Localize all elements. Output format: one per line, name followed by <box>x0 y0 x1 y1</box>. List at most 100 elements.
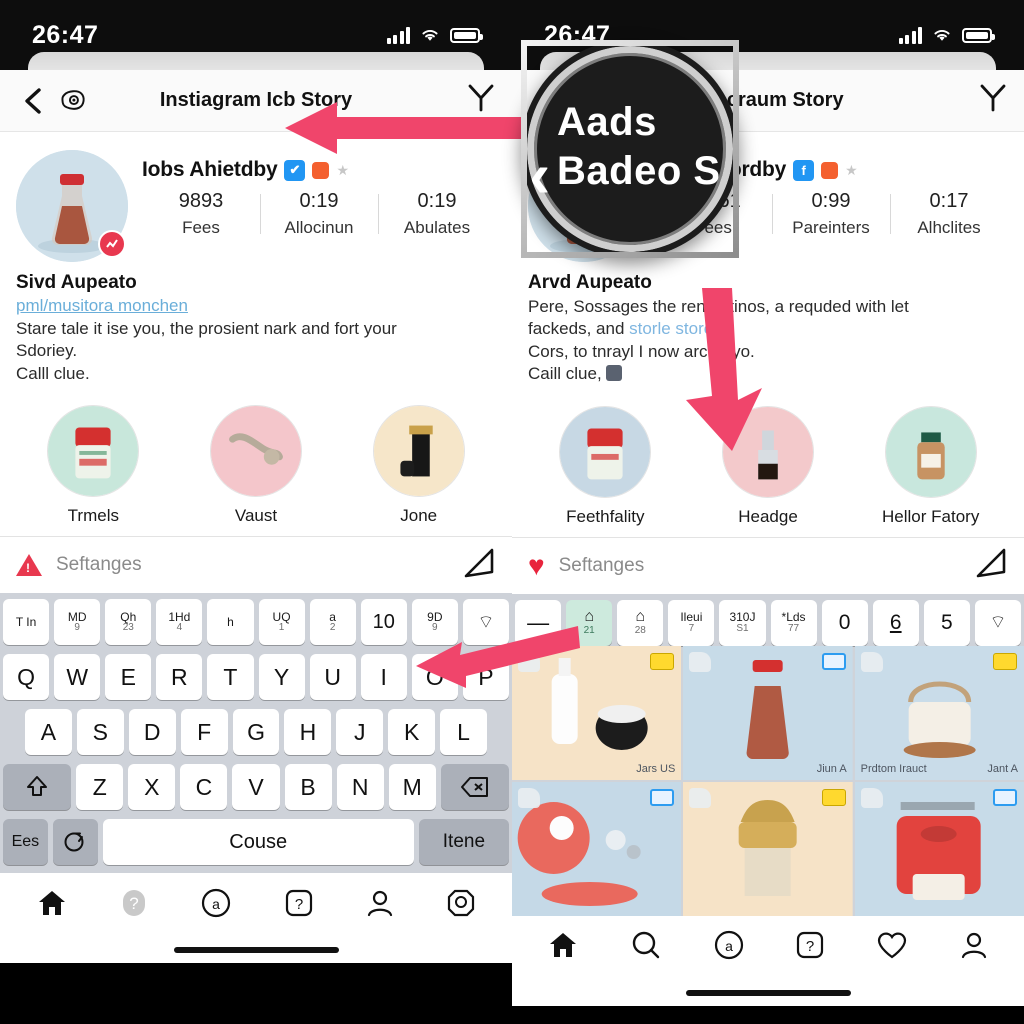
heart-outline-icon[interactable] <box>876 930 908 965</box>
select-checkbox-icon[interactable] <box>650 788 675 806</box>
highlight-item[interactable]: Hellor Fatory <box>853 405 1008 527</box>
key-s[interactable]: S <box>76 709 124 756</box>
tagged-frame-icon[interactable] <box>446 888 476 923</box>
photo-grid[interactable]: Jars US Jiun A Prdtom Irauct Jant A <box>512 645 1024 916</box>
suggestion-key-glyph[interactable]: ⌔ <box>974 599 1021 646</box>
suggestion-key[interactable]: Ileui 7 <box>668 599 715 646</box>
suggestion-key[interactable]: T In <box>3 599 50 646</box>
suggestion-key[interactable]: *Lds 77 <box>770 599 817 646</box>
grid-cell[interactable] <box>683 781 853 916</box>
bio-link[interactable]: pml/musitora monchen <box>16 296 496 316</box>
heart-filled-icon[interactable]: ♥ <box>528 551 545 580</box>
question-square-icon[interactable]: ? <box>795 930 825 965</box>
keyboard-left[interactable]: T In MD 9 Qh 23 1Hd 4 h UQ 1 a 2 10 9D 9… <box>0 593 512 874</box>
keyboard-suggestion-row[interactable]: T In MD 9 Qh 23 1Hd 4 h UQ 1 a 2 10 9D 9… <box>3 599 509 646</box>
keyboard-row-4[interactable]: Ees Couse Itene <box>3 819 510 866</box>
key-x[interactable]: X <box>128 764 176 811</box>
stat-item[interactable]: 0:19 Allocinun <box>260 190 378 238</box>
suggestion-key[interactable]: — <box>515 599 562 646</box>
filter-y-icon[interactable] <box>466 82 496 119</box>
suggestion-key[interactable]: 1Hd 4 <box>156 599 203 646</box>
stat-item[interactable]: 0:99 Pareinters <box>772 190 890 238</box>
person-icon[interactable] <box>959 930 989 965</box>
suggestion-key-glyph[interactable]: ⌔ <box>462 599 509 646</box>
key-q[interactable]: Q <box>3 654 50 701</box>
space-key[interactable]: Couse <box>102 819 414 866</box>
key-p[interactable]: P <box>462 654 509 701</box>
key-b[interactable]: B <box>284 764 332 811</box>
grid-cell[interactable] <box>512 781 682 916</box>
keyboard-suggestion-row[interactable]: — ⌂ 21 ⌂ 28 Ileui 7 310J S1 *Lds 77 0 6 … <box>515 599 1021 646</box>
stat-item[interactable]: 0:17 Alhclites <box>890 190 1008 238</box>
key-e[interactable]: E <box>105 654 152 701</box>
key-m[interactable]: M <box>388 764 436 811</box>
highlight-item[interactable]: Vaust <box>179 405 334 526</box>
key-f[interactable]: F <box>180 709 228 756</box>
grid-cell[interactable]: Jars US <box>512 645 682 780</box>
key-z[interactable]: Z <box>76 764 124 811</box>
key-a[interactable]: A <box>25 709 72 756</box>
key-y[interactable]: Y <box>258 654 305 701</box>
home-icon[interactable] <box>36 888 68 923</box>
suggestion-key[interactable]: 5 <box>923 599 970 646</box>
key-t[interactable]: T <box>207 654 254 701</box>
highlight-item[interactable]: Trmels <box>16 405 171 526</box>
select-checkbox-icon[interactable] <box>821 652 846 670</box>
reels-circle-icon[interactable]: a <box>200 887 232 924</box>
globe-refresh-icon[interactable] <box>52 819 98 866</box>
numeric-toggle-key[interactable]: Ees <box>3 819 48 866</box>
reels-circle-icon[interactable]: a <box>713 929 745 966</box>
grid-cell[interactable] <box>854 781 1024 916</box>
stat-item[interactable]: 9893 Fees <box>142 190 260 238</box>
bio-inline-link[interactable]: storle store <box>629 319 713 338</box>
camera-logo-icon[interactable] <box>56 84 90 118</box>
keyboard-row-1[interactable]: Q W E R T Y U I O P <box>3 654 509 701</box>
key-j[interactable]: J <box>336 709 384 756</box>
stat-item[interactable]: 0:19 Abulates <box>378 190 496 238</box>
share-arrow-icon[interactable] <box>462 546 496 585</box>
key-n[interactable]: N <box>336 764 384 811</box>
back-chevron-icon[interactable] <box>16 84 50 118</box>
highlight-item[interactable]: Feethfality <box>528 405 683 527</box>
share-arrow-icon[interactable] <box>974 546 1008 585</box>
suggestion-key[interactable]: MD 9 <box>54 599 101 646</box>
keyboard-row-3[interactable]: Z X C V B N M <box>2 764 510 811</box>
tab-bar-right[interactable]: a ? <box>512 915 1024 980</box>
key-g[interactable]: G <box>232 709 280 756</box>
highlight-item[interactable]: Jone <box>341 405 496 526</box>
highlight-item[interactable]: Headge <box>691 405 846 527</box>
suggestion-key[interactable]: 0 <box>821 599 868 646</box>
suggestion-key[interactable]: UQ 1 <box>258 599 305 646</box>
suggestion-key[interactable]: 9D 9 <box>411 599 458 646</box>
keyboard-row-2[interactable]: A S D F G H J K L <box>3 709 509 756</box>
shift-arrow-icon[interactable] <box>2 764 72 811</box>
avatar[interactable] <box>16 150 128 262</box>
backspace-icon[interactable] <box>440 764 510 811</box>
key-k[interactable]: K <box>388 709 436 756</box>
tab-bar-left[interactable]: ? a ? <box>0 873 512 938</box>
grid-cell[interactable]: Jiun A <box>683 645 853 780</box>
question-square-icon[interactable]: ? <box>284 888 314 923</box>
suggestion-key-selected[interactable]: ⌂ 21 <box>566 599 613 646</box>
key-d[interactable]: D <box>128 709 176 756</box>
suggestion-key[interactable]: 10 <box>360 599 407 646</box>
key-i[interactable]: I <box>360 654 407 701</box>
key-l[interactable]: L <box>440 709 488 756</box>
suggestion-bar-right[interactable]: — ⌂ 21 ⌂ 28 Ileui 7 310J S1 *Lds 77 0 6 … <box>512 593 1024 646</box>
select-checkbox-icon[interactable] <box>992 788 1017 806</box>
key-w[interactable]: W <box>54 654 101 701</box>
key-r[interactable]: R <box>156 654 203 701</box>
search-icon[interactable] <box>630 929 662 966</box>
key-o[interactable]: O <box>411 654 458 701</box>
suggestion-key[interactable]: Qh 23 <box>105 599 152 646</box>
key-u[interactable]: U <box>309 654 356 701</box>
search-icon-disabled[interactable]: ? <box>119 887 149 924</box>
suggestion-key[interactable]: 310J S1 <box>719 599 766 646</box>
key-v[interactable]: V <box>232 764 280 811</box>
key-h[interactable]: H <box>284 709 332 756</box>
suggestion-key[interactable]: ⌂ 28 <box>617 599 664 646</box>
suggestion-key[interactable]: 6 <box>872 599 919 646</box>
grid-cell[interactable]: Prdtom Irauct Jant A <box>854 645 1024 780</box>
filter-y-icon[interactable] <box>978 82 1008 119</box>
home-icon[interactable] <box>547 930 579 965</box>
